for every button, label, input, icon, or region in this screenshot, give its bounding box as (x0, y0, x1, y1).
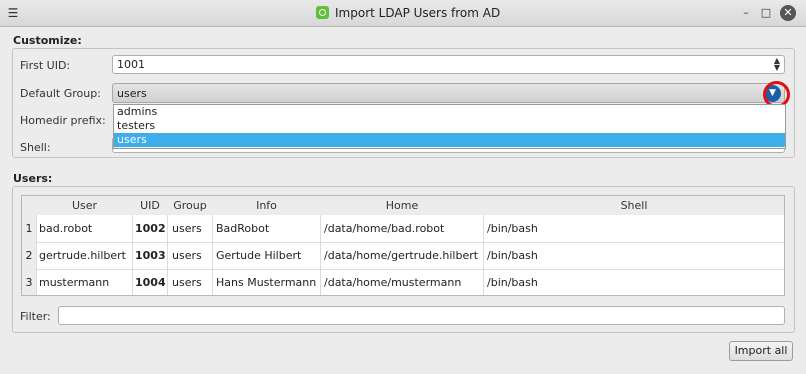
column-divider (212, 215, 213, 295)
title-bar: ☰ Import LDAP Users from AD – □ ✕ (0, 0, 806, 27)
import-all-button[interactable]: Import all (729, 341, 793, 361)
cell-home[interactable]: /data/home/gertrude.hilbert (324, 249, 478, 262)
cell-shell[interactable]: /bin/bash (487, 249, 538, 262)
cell-uid[interactable]: 1003 (135, 249, 166, 262)
users-table: User UID Group Info Home Shell 1 bad.rob… (21, 195, 785, 296)
cell-user[interactable]: bad.robot (39, 222, 92, 235)
cell-user[interactable]: gertrude.hilbert (39, 249, 126, 262)
group-option-users[interactable]: users (114, 133, 785, 147)
minimize-icon[interactable]: – (738, 5, 754, 21)
first-uid-spinbox[interactable]: 1001 ▲ ▼ (112, 55, 785, 74)
cell-user[interactable]: mustermann (39, 276, 109, 289)
first-uid-label: First UID: (20, 59, 71, 72)
column-header-uid[interactable]: UID (133, 199, 167, 212)
app-icon (316, 6, 329, 19)
row-number: 1 (22, 222, 36, 235)
column-header-shell[interactable]: Shell (484, 199, 784, 212)
cell-info[interactable]: Hans Mustermann (216, 276, 316, 289)
row-number: 3 (22, 276, 36, 289)
window-menu-icon[interactable]: ☰ (6, 6, 20, 20)
row-number: 2 (22, 249, 36, 262)
row-divider (36, 269, 784, 270)
default-group-value: users (117, 87, 147, 100)
column-header-info[interactable]: Info (213, 199, 320, 212)
cell-home[interactable]: /data/home/bad.robot (324, 222, 444, 235)
cell-group[interactable]: users (172, 222, 202, 235)
group-dropdown-list: admins testers users (113, 104, 786, 149)
cell-group[interactable]: users (172, 249, 202, 262)
cell-uid[interactable]: 1004 (135, 276, 166, 289)
homedir-prefix-label: Homedir prefix: (20, 114, 106, 127)
column-header-group[interactable]: Group (168, 199, 212, 212)
column-divider (167, 215, 168, 295)
window-title: Import LDAP Users from AD (335, 6, 501, 20)
maximize-icon[interactable]: □ (758, 5, 774, 21)
column-header-user[interactable]: User (36, 199, 133, 212)
customize-heading: Customize: (13, 34, 82, 47)
default-group-label: Default Group: (20, 87, 101, 100)
filter-label: Filter: (20, 310, 51, 323)
cell-info[interactable]: Gertude Hilbert (216, 249, 301, 262)
table-header: User UID Group Info Home Shell (22, 196, 784, 215)
cell-shell[interactable]: /bin/bash (487, 276, 538, 289)
shell-label: Shell: (20, 141, 51, 154)
spin-arrows-icon[interactable]: ▲ ▼ (774, 57, 780, 72)
column-divider (483, 215, 484, 295)
column-divider (132, 215, 133, 295)
cell-home[interactable]: /data/home/mustermann (324, 276, 461, 289)
cell-info[interactable]: BadRobot (216, 222, 269, 235)
group-option-testers[interactable]: testers (114, 119, 785, 133)
group-option-admins[interactable]: admins (114, 105, 785, 119)
first-uid-value: 1001 (117, 58, 145, 71)
filter-input[interactable] (58, 306, 785, 325)
default-group-combo[interactable]: users ▼ (112, 83, 785, 103)
column-divider (36, 215, 37, 295)
cell-shell[interactable]: /bin/bash (487, 222, 538, 235)
close-icon[interactable]: ✕ (780, 5, 796, 21)
cell-group[interactable]: users (172, 276, 202, 289)
cell-uid[interactable]: 1002 (135, 222, 166, 235)
column-header-home[interactable]: Home (321, 199, 483, 212)
users-heading: Users: (13, 172, 53, 185)
column-divider (320, 215, 321, 295)
row-divider (36, 242, 784, 243)
